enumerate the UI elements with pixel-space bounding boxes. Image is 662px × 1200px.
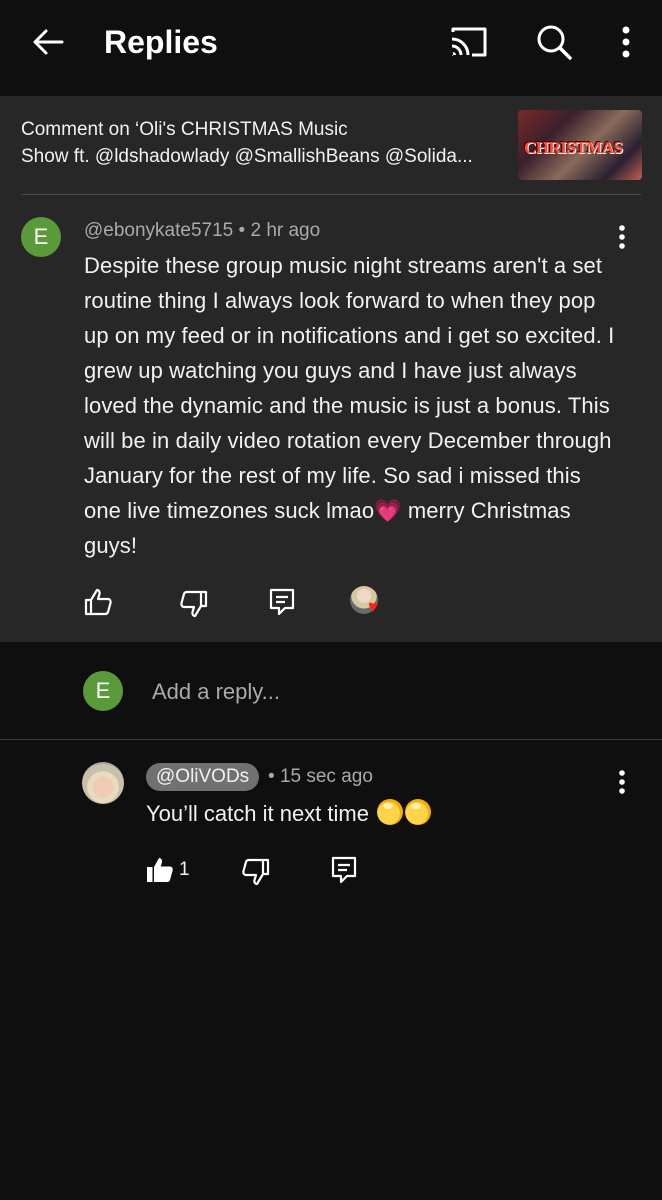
cast-button[interactable] <box>448 24 490 60</box>
reply-icon <box>269 588 295 616</box>
more-vertical-icon <box>619 770 625 794</box>
thumbs-up-icon <box>84 588 112 616</box>
thumbs-down-icon <box>242 858 270 886</box>
comment-text: Despite these group music night streams … <box>84 253 615 558</box>
reply-time-value: 15 sec ago <box>279 766 373 787</box>
reply-dislike-button[interactable] <box>240 856 272 888</box>
meta-separator: • <box>268 766 280 787</box>
reply-icon <box>331 856 357 884</box>
creator-handle-chip[interactable]: @OliVODs <box>146 763 260 791</box>
video-thumbnail[interactable]: CHRISTMAS <box>518 110 642 180</box>
reply-text-row: You’ll catch it next time <box>146 799 432 829</box>
video-ref-line-1: Comment on ‘Oli's CHRISTMAS Music <box>21 119 348 140</box>
like-button[interactable] <box>82 586 114 618</box>
reply-more-button[interactable] <box>610 767 634 797</box>
creator-heart-badge: ♥ <box>350 586 390 620</box>
reply-like-count: 1 <box>179 859 190 880</box>
heart-icon: ♥ <box>368 597 379 616</box>
video-reference[interactable]: Comment on ‘Oli's CHRISTMAS Music Show f… <box>21 116 511 170</box>
video-ref-line-2: Show ft. @ldshadowlady @SmallishBeans @S… <box>21 146 473 167</box>
reply-text: You’ll catch it next time <box>146 801 369 826</box>
reply-button[interactable] <box>266 586 298 618</box>
comment-author[interactable]: @ebonykate5715 <box>84 220 233 241</box>
search-icon <box>537 25 572 60</box>
reply-reply-button[interactable] <box>328 854 360 886</box>
add-reply-input[interactable] <box>152 676 612 708</box>
commenter-avatar[interactable]: E <box>21 217 61 257</box>
reply-like-button[interactable] <box>144 854 176 886</box>
comment-time: 2 hr ago <box>250 220 321 241</box>
thumbs-down-icon <box>180 590 208 618</box>
thumbs-up-filled-icon <box>147 858 173 882</box>
more-vertical-icon <box>622 26 630 58</box>
salute-emoji-icon <box>405 799 432 825</box>
search-button[interactable] <box>534 22 574 62</box>
arrow-left-icon <box>33 29 64 55</box>
divider <box>21 194 641 195</box>
divider <box>0 739 662 740</box>
current-user-avatar: E <box>83 671 123 711</box>
top-app-bar: Replies <box>0 0 662 96</box>
salute-emoji-icon <box>377 799 404 825</box>
meta-separator: • <box>233 220 251 241</box>
cast-icon <box>451 27 487 57</box>
dislike-button[interactable] <box>178 588 210 620</box>
reply-author-avatar[interactable] <box>82 762 124 804</box>
back-button[interactable] <box>28 22 68 62</box>
page-title: Replies <box>104 24 218 60</box>
thumbnail-logo-text: CHRISTMAS <box>524 138 623 157</box>
reply-time: • 15 sec ago <box>268 765 373 789</box>
comment-meta: @ebonykate5715 • 2 hr ago <box>84 219 320 243</box>
more-options-button[interactable] <box>612 22 640 62</box>
